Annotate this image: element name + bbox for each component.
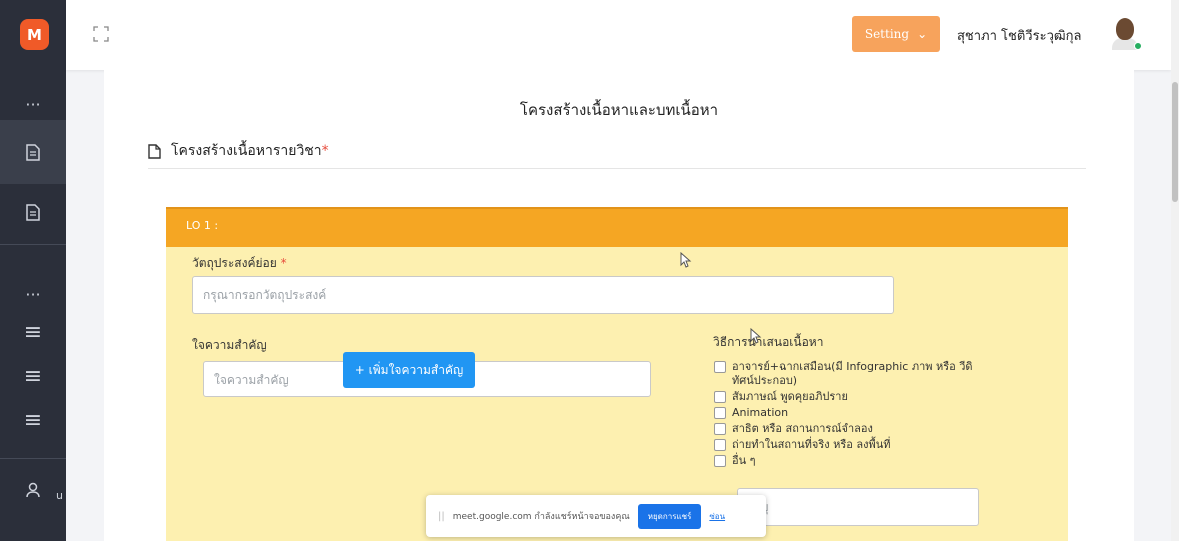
meet-share-message: meet.google.com กำลังแชร์หน้าจอของคุณ xyxy=(452,512,630,522)
other-method-input[interactable]: ระบุ xyxy=(737,488,979,526)
chevron-down-icon: ⌄ xyxy=(917,27,928,41)
mouse-cursor-icon xyxy=(750,328,762,344)
page-scrollbar[interactable] xyxy=(1171,0,1179,541)
sidebar-divider xyxy=(0,244,66,245)
user-icon xyxy=(26,482,40,498)
avatar[interactable] xyxy=(1110,16,1142,50)
app-logo[interactable]: M xyxy=(20,19,49,50)
stop-sharing-button[interactable]: หยุดการแชร์ xyxy=(637,503,702,529)
page-title: โครงสร้างเนื้อหาและบทเนื้อหา xyxy=(519,101,719,119)
method-option[interactable]: ถ่ายทำในสถานที่จริง หรือ ลงพื้นที่ xyxy=(714,438,984,452)
method-option-label: สัมภาษณ์ พูดคุยอภิปราย xyxy=(732,390,848,403)
checkbox[interactable] xyxy=(714,455,726,467)
section-divider xyxy=(148,168,1086,169)
sidebar-user-label: u xyxy=(56,489,63,502)
method-option[interactable]: สาธิต หรือ สถานการณ์จำลอง xyxy=(714,422,984,436)
mouse-cursor-icon xyxy=(680,252,692,268)
lo-header[interactable]: LO 1 : xyxy=(166,207,1068,247)
document-icon xyxy=(26,143,40,161)
keypoint-label: ใจความสำคัญ xyxy=(192,338,267,352)
scrollbar-thumb[interactable] xyxy=(1172,82,1178,202)
method-option[interactable]: สัมภาษณ์ พูดคุยอภิปราย xyxy=(714,390,984,404)
add-keypoint-button[interactable]: + เพิ่มใจความสำคัญ xyxy=(343,352,475,388)
meet-share-bar: || meet.google.com กำลังแชร์หน้าจอของคุณ… xyxy=(426,495,766,537)
lo-panel: LO 1 : วัตถุประสงค์ย่อย * กรุณากรอกวัตถุ… xyxy=(166,207,1068,541)
document-icon xyxy=(26,203,40,221)
setting-button[interactable]: Setting ⌄ xyxy=(852,16,940,52)
sidebar-menu-icon-1[interactable]: ≡ xyxy=(0,310,66,354)
sidebar: M ··· ··· ≡ ≡ ≡ u xyxy=(0,0,66,541)
topbar: Setting ⌄ สุชาภา โชติวีระวุฒิกุล xyxy=(66,0,1171,70)
method-option-label: อื่น ๆ xyxy=(732,454,756,467)
method-option[interactable]: อื่น ๆ xyxy=(714,454,984,468)
user-name[interactable]: สุชาภา โชติวีระวุฒิกุล xyxy=(957,25,1081,46)
sidebar-divider xyxy=(0,458,66,459)
setting-button-label: Setting xyxy=(864,27,910,41)
section-header: โครงสร้างเนื้อหารายวิชา* xyxy=(148,140,329,162)
hide-link[interactable]: ซ่อน xyxy=(709,510,725,523)
objective-label-text: วัตถุประสงค์ย่อย xyxy=(192,256,277,270)
online-status-icon xyxy=(1134,42,1142,50)
method-title: วิธีการนำเสนอเนื้อหา xyxy=(713,335,824,349)
checkbox[interactable] xyxy=(714,423,726,435)
method-option[interactable]: Animation xyxy=(714,406,984,420)
section-title: โครงสร้างเนื้อหารายวิชา xyxy=(171,143,322,159)
required-mark: * xyxy=(280,256,287,270)
checkbox[interactable] xyxy=(714,361,726,373)
method-option-label: Animation xyxy=(732,406,789,419)
avatar-head xyxy=(1116,18,1134,40)
checkbox[interactable] xyxy=(714,407,726,419)
document-icon xyxy=(148,143,161,159)
sidebar-menu-icon-2[interactable]: ≡ xyxy=(0,354,66,398)
sidebar-menu-icon-3[interactable]: ≡ xyxy=(0,398,66,442)
method-option-label: สาธิต หรือ สถานการณ์จำลอง xyxy=(732,422,873,435)
required-mark: * xyxy=(321,143,329,159)
content-card: โครงสร้างเนื้อหาและบทเนื้อหา โครงสร้างเน… xyxy=(104,70,1134,541)
drag-handle-icon[interactable]: || xyxy=(438,511,445,522)
method-option-label: อาจารย์+ฉากเสมือน(มี Infographic ภาพ หรื… xyxy=(732,360,973,387)
sidebar-document-icon[interactable] xyxy=(0,120,66,184)
checkbox[interactable] xyxy=(714,439,726,451)
method-checkbox-list: อาจารย์+ฉากเสมือน(มี Infographic ภาพ หรื… xyxy=(714,360,984,470)
method-option-label: ถ่ายทำในสถานที่จริง หรือ ลงพื้นที่ xyxy=(732,438,891,451)
objective-input[interactable]: กรุณากรอกวัตถุประสงค์ xyxy=(192,276,894,314)
sidebar-document-icon-2[interactable] xyxy=(0,190,66,234)
method-option[interactable]: อาจารย์+ฉากเสมือน(มี Infographic ภาพ หรื… xyxy=(714,360,984,388)
checkbox[interactable] xyxy=(714,391,726,403)
fullscreen-icon[interactable] xyxy=(93,26,109,42)
objective-label: วัตถุประสงค์ย่อย * xyxy=(192,254,287,273)
